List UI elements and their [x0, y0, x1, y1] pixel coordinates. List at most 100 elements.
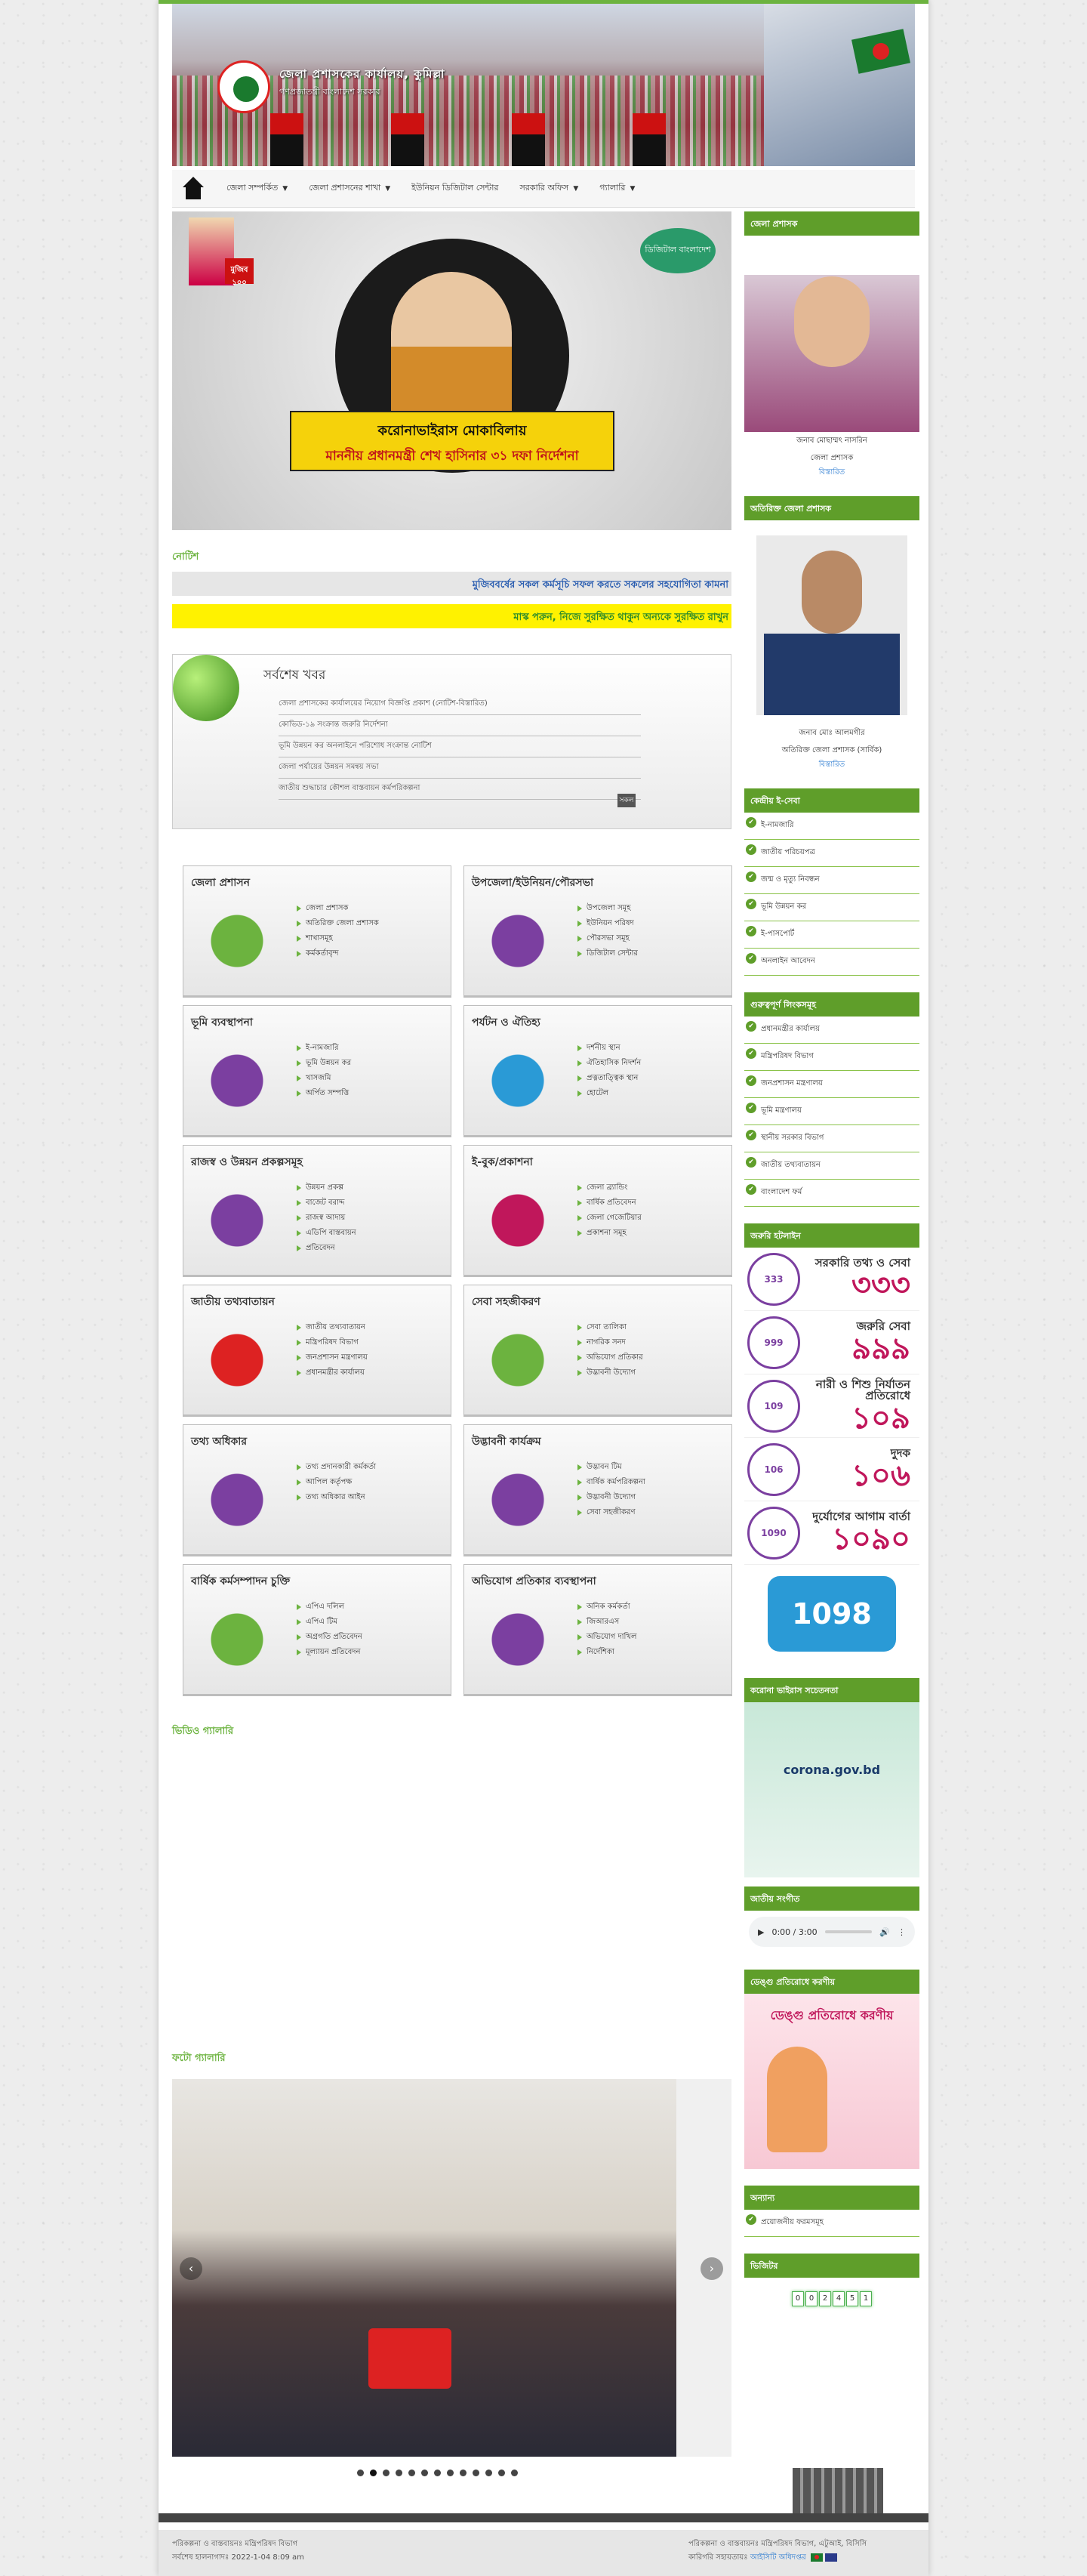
- sidebar-link[interactable]: ভূমি উন্নয়ন কর: [744, 894, 919, 921]
- hotline-1090[interactable]: 1090 দুর্যোগের আগাম বার্তা ১০৯০: [744, 1501, 919, 1565]
- service-box-link[interactable]: পৌরসভা সমূহ: [577, 931, 638, 946]
- volume-icon[interactable]: 🔊: [879, 1927, 890, 1937]
- service-box-link[interactable]: উপজেলা সমূহ: [577, 901, 638, 916]
- service-box-title[interactable]: ই-বুক/প্রকাশনা: [472, 1153, 533, 1171]
- service-box-link[interactable]: মূল্যায়ন প্রতিবেদন: [297, 1645, 362, 1660]
- service-box-link[interactable]: অভিযোগ প্রতিকার: [577, 1350, 643, 1365]
- service-box-title[interactable]: উপজেলা/ইউনিয়ন/পৌরসভা: [472, 874, 593, 892]
- nav-item-digital-center[interactable]: ইউনিয়ন ডিজিটাল সেন্টার: [401, 170, 509, 208]
- service-box-title[interactable]: রাজস্ব ও উন্নয়ন প্রকল্পসমূহ: [191, 1153, 303, 1171]
- service-box-link[interactable]: খাসজমি: [297, 1071, 351, 1086]
- service-box-link[interactable]: সেবা সহজীকরণ: [577, 1505, 645, 1520]
- slider-dot[interactable]: [460, 2470, 467, 2476]
- footer-support-link[interactable]: আইসিটি অধিদপ্তর: [750, 2553, 806, 2562]
- service-box-link[interactable]: মন্ত্রিপরিষদ বিভাগ: [297, 1335, 368, 1350]
- service-box-link[interactable]: অভিযোগ দাখিল: [577, 1630, 636, 1645]
- slider-dot-active[interactable]: [370, 2470, 377, 2476]
- hotline-106[interactable]: 106 দুদক ১০৬: [744, 1438, 919, 1501]
- slider-dot[interactable]: [357, 2470, 364, 2476]
- service-box-title[interactable]: অভিযোগ প্রতিকার ব্যবস্থাপনা: [472, 1572, 596, 1590]
- service-box-link[interactable]: বার্ষিক কর্মপরিকল্পনা: [577, 1475, 645, 1490]
- service-box-link[interactable]: বাজেট বরাদ্দ: [297, 1195, 356, 1211]
- slider-dot[interactable]: [421, 2470, 428, 2476]
- service-box-link[interactable]: উদ্ভাবনী উদ্যোগ: [577, 1490, 645, 1505]
- slider-dot[interactable]: [408, 2470, 415, 2476]
- service-box-title[interactable]: ভূমি ব্যবস্থাপনা: [191, 1013, 253, 1032]
- slider-dot[interactable]: [396, 2470, 402, 2476]
- slider-dot[interactable]: [511, 2470, 518, 2476]
- slider-dot[interactable]: [383, 2470, 390, 2476]
- service-box-link[interactable]: তথ্য প্রদানকারী কর্মকর্তা: [297, 1460, 376, 1475]
- service-box-link[interactable]: শাখাসমূহ: [297, 931, 379, 946]
- sidebar-link[interactable]: মন্ত্রিপরিষদ বিভাগ: [744, 1044, 919, 1071]
- service-box-link[interactable]: বার্ষিক প্রতিবেদন: [577, 1195, 642, 1211]
- service-box-link[interactable]: এপিএ টিম: [297, 1615, 362, 1630]
- service-box-link[interactable]: উদ্ভাবনী উদ্যোগ: [577, 1365, 643, 1381]
- service-box-link[interactable]: জেলা গেজেটিয়ার: [577, 1211, 642, 1226]
- service-box-title[interactable]: পর্যটন ও ঐতিহ্য: [472, 1013, 540, 1032]
- govt-logo[interactable]: [217, 60, 270, 113]
- service-box-link[interactable]: তথ্য অধিকার আইন: [297, 1490, 376, 1505]
- nav-item-offices[interactable]: সরকারি অফিস ▼: [509, 170, 589, 208]
- sidebar-link[interactable]: ই-পাসপোর্ট: [744, 921, 919, 949]
- nav-item-gallery[interactable]: গ্যালারি ▼: [589, 170, 645, 208]
- sidebar-link[interactable]: স্থানীয় সরকার বিভাগ: [744, 1125, 919, 1152]
- service-box-title[interactable]: জেলা প্রশাসন: [191, 874, 250, 892]
- slider-dot[interactable]: [498, 2470, 505, 2476]
- service-box-link[interactable]: উন্নয়ন প্রকল্প: [297, 1180, 356, 1195]
- service-box-link[interactable]: ভূমি উন্নয়ন কর: [297, 1056, 351, 1071]
- news-item[interactable]: জেলা পর্যায়ের উন্নয়ন সমন্বয় সভা: [279, 757, 641, 779]
- service-box-link[interactable]: জাতীয় তথ্যবাতায়ন: [297, 1320, 368, 1335]
- adc-details-link[interactable]: বিস্তারিত: [744, 759, 919, 772]
- service-box-title[interactable]: উদ্ভাবনী কার্যক্রম: [472, 1433, 541, 1451]
- dengue-poster[interactable]: ডেঙ্গু প্রতিরোধে করণীয়: [744, 1994, 919, 2169]
- photo-slider[interactable]: ‹ ›: [172, 2079, 731, 2457]
- service-box-link[interactable]: ই-নামজারি: [297, 1041, 351, 1056]
- hero-slider[interactable]: মুজিব ১০০ করোনাভাইরাস মোকাবিলায় মাননীয়…: [172, 211, 731, 530]
- service-box-link[interactable]: জনপ্রশাসন মন্ত্রণালয়: [297, 1350, 368, 1365]
- service-box-link[interactable]: অর্পিত সম্পত্তি: [297, 1086, 351, 1101]
- chevron-left-icon[interactable]: ‹: [180, 2257, 202, 2280]
- service-box-link[interactable]: জেলা ব্র্যান্ডিং: [577, 1180, 642, 1195]
- service-box-link[interactable]: প্রতিবেদন: [297, 1241, 356, 1256]
- news-item[interactable]: ভূমি উন্নয়ন কর অনলাইনে পরিশোধ সংক্রান্ত…: [279, 736, 641, 757]
- slider-dot[interactable]: [447, 2470, 454, 2476]
- sidebar-link[interactable]: জন্ম ও মৃত্যু নিবন্ধন: [744, 867, 919, 894]
- covid-poster[interactable]: corona.gov.bd: [744, 1702, 919, 1877]
- slider-dot[interactable]: [473, 2470, 479, 2476]
- sidebar-link[interactable]: প্রয়োজনীয় ফরমসমূহ: [744, 2210, 919, 2237]
- notice-marquee-1[interactable]: মুজিববর্ষের সকল কর্মসূচি সফল করতে সকলের …: [172, 572, 731, 596]
- service-box-link[interactable]: আপিল কর্তৃপক্ষ: [297, 1475, 376, 1490]
- sidebar-link[interactable]: ভূমি মন্ত্রণালয়: [744, 1098, 919, 1125]
- news-all-button[interactable]: সকল: [617, 794, 636, 807]
- nav-item-district[interactable]: জেলা সম্পর্কিত ▼: [216, 170, 298, 208]
- news-item[interactable]: জাতীয় শুদ্ধাচার কৌশল বাস্তবায়ন কর্মপরি…: [279, 779, 641, 800]
- service-box-link[interactable]: এডিপি বাস্তবায়ন: [297, 1226, 356, 1241]
- nav-item-branches[interactable]: জেলা প্রশাসনের শাখা ▼: [298, 170, 401, 208]
- more-options-icon[interactable]: ⋮: [898, 1927, 906, 1937]
- service-box-title[interactable]: জাতীয় তথ্যবাতায়ন: [191, 1293, 275, 1311]
- service-box-link[interactable]: জিআরএস: [577, 1615, 636, 1630]
- service-box-link[interactable]: ডিজিটাল সেন্টার: [577, 946, 638, 961]
- bangla-language-icon[interactable]: [810, 2553, 823, 2562]
- sidebar-link[interactable]: জনপ্রশাসন মন্ত্রণালয়: [744, 1071, 919, 1098]
- service-box-link[interactable]: ইউনিয়ন পরিষদ: [577, 916, 638, 931]
- service-box-link[interactable]: হোটেল: [577, 1086, 641, 1101]
- slider-dot[interactable]: [485, 2470, 492, 2476]
- play-icon[interactable]: ▶: [758, 1927, 764, 1937]
- service-box-link[interactable]: অনিক কর্মকর্তা: [577, 1600, 636, 1615]
- sidebar-link[interactable]: প্রধানমন্ত্রীর কার্যালয়: [744, 1017, 919, 1044]
- service-box-link[interactable]: এপিএ দলিল: [297, 1600, 362, 1615]
- service-box-link[interactable]: সেবা তালিকা: [577, 1320, 643, 1335]
- site-title[interactable]: জেলা প্রশাসকের কার্যালয়, কুমিল্লা: [279, 66, 445, 85]
- dc-details-link[interactable]: বিস্তারিত: [744, 467, 919, 480]
- sidebar-link[interactable]: জাতীয় তথ্যবাতায়ন: [744, 1152, 919, 1180]
- audio-seek-bar[interactable]: [824, 1930, 873, 1933]
- hotline-109[interactable]: 109 নারী ও শিশু নির্যাতন প্রতিরোধে ১০৯: [744, 1374, 919, 1438]
- service-box-link[interactable]: প্রধানমন্ত্রীর কার্যালয়: [297, 1365, 368, 1381]
- home-icon[interactable]: [178, 174, 208, 204]
- news-item[interactable]: জেলা প্রশাসকের কার্যালয়ের নিয়োগ বিজ্ঞপ…: [279, 694, 641, 715]
- service-box-link[interactable]: অতিরিক্ত জেলা প্রশাসক: [297, 916, 379, 931]
- slider-dot[interactable]: [434, 2470, 441, 2476]
- service-box-title[interactable]: বার্ষিক কর্মসম্পাদন চুক্তি: [191, 1572, 290, 1590]
